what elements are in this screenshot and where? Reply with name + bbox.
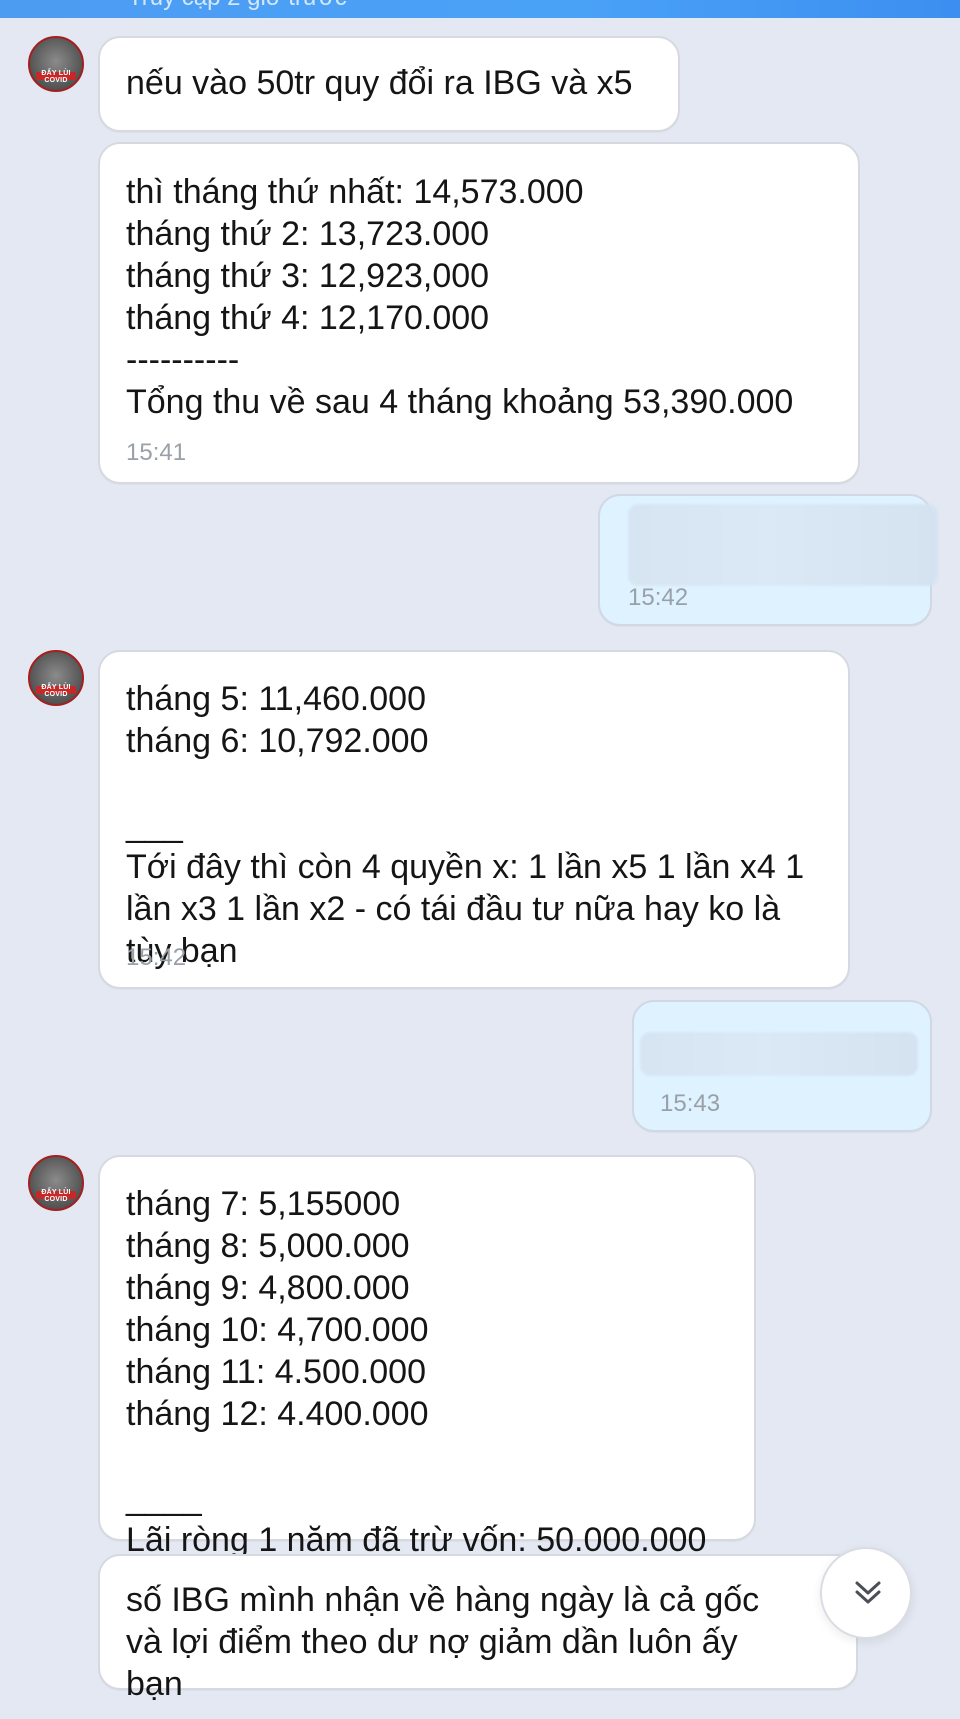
message-bubble[interactable]: thì tháng thứ nhất: 14,573.000 tháng thứ… xyxy=(98,142,860,484)
redacted-message-content xyxy=(628,504,938,586)
message-bubble[interactable]: nếu vào 50tr quy đổi ra IBG và x5 xyxy=(98,36,680,132)
message-text: số IBG mình nhận về hàng ngày là cả gốc … xyxy=(126,1581,769,1703)
message-time: 15:41 xyxy=(126,439,187,466)
message-time: 15:42 xyxy=(126,944,187,971)
message-text: tháng 5: 11,460.000 tháng 6: 10,792.000 … xyxy=(126,680,805,970)
double-chevron-down-icon xyxy=(853,1577,883,1607)
message-time: 15:42 xyxy=(628,584,689,611)
message-bubble[interactable]: số IBG mình nhận về hàng ngày là cả gốc … xyxy=(98,1554,858,1703)
avatar[interactable]: ĐẨY LÙI COVID xyxy=(28,1155,84,1211)
message-text: tháng 7: 5,155000 tháng 8: 5,000.000 thá… xyxy=(126,1185,707,1559)
message-time: 15:43 xyxy=(660,1090,721,1117)
message-bubble[interactable]: 15:43 xyxy=(632,1000,932,1132)
avatar[interactable]: ĐẨY LÙI COVID xyxy=(28,36,84,92)
message-bubble[interactable]: tháng 7: 5,155000 tháng 8: 5,000.000 thá… xyxy=(98,1155,756,1559)
avatar-caption: ĐẨY LÙI COVID xyxy=(41,1189,71,1203)
chat-header: Truy cập 2 giờ trước xyxy=(0,0,960,18)
scroll-down-button[interactable] xyxy=(820,1547,912,1639)
message-text: nếu vào 50tr quy đổi ra IBG và x5 xyxy=(126,64,633,102)
message-bubble[interactable]: tháng 5: 11,460.000 tháng 6: 10,792.000 … xyxy=(98,650,850,989)
avatar-caption: ĐẨY LÙI COVID xyxy=(41,684,71,698)
avatar[interactable]: ĐẨY LÙI COVID xyxy=(28,650,84,706)
redacted-message-content xyxy=(640,1032,918,1076)
message-bubble[interactable]: 15:42 xyxy=(598,494,938,626)
message-text: thì tháng thứ nhất: 14,573.000 tháng thứ… xyxy=(126,173,794,421)
avatar-caption: ĐẨY LÙI COVID xyxy=(41,70,71,84)
last-seen-status: Truy cập 2 giờ trước xyxy=(128,0,347,12)
